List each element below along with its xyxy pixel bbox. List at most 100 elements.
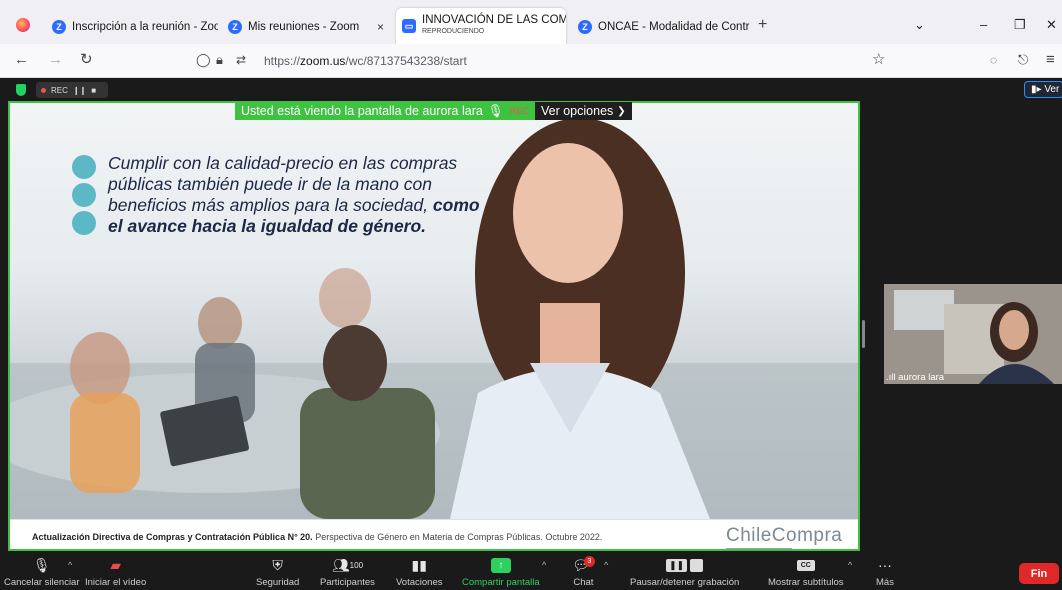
url-prefix: https:// bbox=[264, 54, 301, 68]
rec-label: REC bbox=[51, 85, 68, 95]
audio-options-caret-icon[interactable]: ^ bbox=[68, 560, 72, 570]
polls-button[interactable]: ▮▮ Votaciones bbox=[396, 556, 442, 589]
pause-icon[interactable]: ❙❙ bbox=[73, 86, 86, 95]
tab-label: ONCAE - Modalidad de Contrat bbox=[598, 21, 750, 33]
permissions-icon[interactable]: ⇄ bbox=[236, 52, 246, 68]
chat-button[interactable]: 💬︎ 3 Chat bbox=[572, 555, 595, 588]
address-bar[interactable]: https://zoom.us/wc/87137543238/start bbox=[264, 54, 467, 68]
zoom-icon: Z bbox=[578, 20, 592, 34]
resize-handle[interactable] bbox=[862, 320, 865, 348]
stop-icon[interactable]: ■ bbox=[91, 86, 96, 95]
participants-icon: 👥︎ 100 bbox=[331, 556, 364, 573]
navigation-bar: ← → ↻ ◯ 🔒︎ ⇄ https://zoom.us/wc/87137543… bbox=[0, 44, 1062, 78]
tab-list-chevron-icon[interactable]: ⌄ bbox=[914, 18, 925, 32]
slide-footer: Actualización Directiva de Compras y Con… bbox=[10, 519, 858, 549]
pause-stop-recording-button[interactable]: ❚❚ Pausar/detener grabación bbox=[630, 556, 739, 588]
decor-bubble-icon bbox=[72, 155, 96, 179]
quote-plain-text: Cumplir con la calidad-precio en las com… bbox=[108, 153, 458, 215]
security-shield-icon[interactable] bbox=[16, 84, 26, 96]
shield-privacy-icon[interactable]: ◯ bbox=[196, 52, 211, 68]
captions-options-caret-icon[interactable]: ^ bbox=[848, 560, 852, 570]
captions-button[interactable]: CC Mostrar subtítulos bbox=[768, 556, 844, 588]
viewing-banner: Usted está viendo la pantalla de aurora … bbox=[235, 102, 535, 120]
firefox-icon[interactable] bbox=[16, 18, 30, 32]
chat-label: Chat bbox=[573, 577, 594, 588]
menu-icon[interactable]: ≡ bbox=[1046, 52, 1055, 68]
polls-bar-icon: ▮▮ bbox=[411, 556, 427, 573]
signal-icon: .ıll bbox=[886, 372, 896, 383]
recording-indicator[interactable]: REC ❙❙ ■ bbox=[36, 82, 108, 98]
new-tab-button[interactable]: + bbox=[758, 17, 767, 33]
tab-label: Mis reuniones - Zoom bbox=[248, 21, 360, 33]
pause-stop-label: Pausar/detener grabación bbox=[630, 577, 740, 588]
security-shield-icon: ⛨ bbox=[272, 556, 283, 573]
viewing-text: Usted está viendo la pantalla de aurora … bbox=[241, 104, 483, 118]
pocket-icon[interactable]: ◌ bbox=[990, 52, 997, 68]
reload-icon[interactable]: ↻ bbox=[80, 52, 93, 68]
participant-name: .ıll aurora lara bbox=[884, 372, 944, 383]
start-video-label: Iniciar el vídeo bbox=[85, 577, 147, 588]
decor-bubble-icon bbox=[72, 183, 96, 207]
slide-quote: Cumplir con la calidad-precio en las com… bbox=[108, 153, 488, 237]
view-options-label: Ver opciones bbox=[541, 104, 614, 118]
tab-playing-label: REPRODUCIENDO bbox=[422, 28, 485, 35]
presentation-slide: Cumplir con la calidad-precio en las com… bbox=[10, 103, 858, 549]
unmute-label: Cancelar silenciar bbox=[4, 577, 80, 588]
tab-oncae[interactable]: Z ONCAE - Modalidad de Contrat × bbox=[572, 10, 750, 44]
url-path: /wc/87137543238/start bbox=[345, 54, 467, 68]
lock-icon[interactable]: 🔒︎ bbox=[216, 52, 223, 68]
url-domain: zoom.us bbox=[300, 54, 346, 68]
video-off-icon: ▰ bbox=[110, 556, 122, 573]
bookmark-star-icon[interactable]: ☆ bbox=[872, 52, 885, 68]
rec-dot-icon bbox=[41, 87, 46, 93]
participants-button[interactable]: 👥︎ 100 Participantes bbox=[320, 556, 375, 589]
share-screen-icon: ↑ bbox=[490, 556, 511, 574]
back-icon[interactable]: ← bbox=[14, 52, 29, 68]
close-tab-icon[interactable]: × bbox=[377, 20, 384, 34]
view-button[interactable]: ▮▸ Ver bbox=[1024, 81, 1062, 98]
chat-badge: 3 bbox=[583, 555, 595, 567]
tab-my-meetings[interactable]: Z Mis reuniones - Zoom × bbox=[222, 10, 390, 44]
extensions-icon[interactable]: ⎋ bbox=[1018, 52, 1028, 68]
view-options-button[interactable]: Ver opciones ❯ bbox=[535, 102, 632, 120]
participant-name-label: aurora lara bbox=[898, 372, 945, 383]
close-window-icon[interactable]: ✕ bbox=[1046, 18, 1057, 32]
participants-count: 100 bbox=[349, 560, 364, 570]
chat-options-caret-icon[interactable]: ^ bbox=[604, 560, 608, 570]
start-video-button[interactable]: ▰ Iniciar el vídeo bbox=[85, 556, 147, 589]
security-label: Seguridad bbox=[256, 577, 300, 588]
zoom-top-bar bbox=[0, 78, 1062, 102]
footer-plain: Perspectiva de Género en Materia de Comp… bbox=[315, 532, 603, 542]
zoom-icon: Z bbox=[228, 20, 242, 34]
more-dots-icon: ··· bbox=[877, 557, 892, 573]
restore-icon[interactable]: ❐ bbox=[1014, 18, 1026, 32]
end-meeting-button[interactable]: Fin bbox=[1019, 563, 1059, 584]
tab-zoom-registration[interactable]: Z Inscripción a la reunión - Zoom × bbox=[46, 10, 218, 44]
share-screen-button[interactable]: ↑ Compartir pantalla bbox=[462, 556, 540, 588]
minimize-icon[interactable]: – bbox=[980, 18, 987, 32]
view-label: Ver bbox=[1044, 84, 1060, 95]
participants-label: Participantes bbox=[320, 577, 375, 588]
pause-stop-icon: ❚❚ bbox=[666, 556, 704, 574]
tab-innovacion-active[interactable]: ▭ INNOVACIÓN DE LAS COMPRA REPRODUCIENDO… bbox=[396, 8, 566, 44]
forward-icon[interactable]: → bbox=[48, 52, 63, 68]
chat-bubble-icon: 💬︎ 3 bbox=[572, 555, 595, 574]
chevron-down-icon: ❯ bbox=[617, 105, 626, 117]
tab-label: Inscripción a la reunión - Zoom bbox=[72, 21, 218, 33]
share-options-caret-icon[interactable]: ^ bbox=[542, 560, 546, 570]
chilecompra-logo: ChileCompra bbox=[726, 525, 843, 546]
zoom-icon: Z bbox=[52, 20, 66, 34]
browser-tab-bar: Z Inscripción a la reunión - Zoom × Z Mi… bbox=[0, 0, 1062, 44]
more-button[interactable]: ··· Más bbox=[876, 556, 894, 588]
decor-bubble-icon bbox=[72, 211, 96, 235]
tab-label: INNOVACIÓN DE LAS COMPRA bbox=[422, 14, 566, 26]
footer-citation: Actualización Directiva de Compras y Con… bbox=[32, 532, 602, 542]
security-button[interactable]: ⛨ Seguridad bbox=[256, 556, 300, 589]
banner-rec-label: REC bbox=[509, 106, 529, 116]
zoom-video-icon: ▭ bbox=[402, 19, 416, 33]
shared-screen: Cumplir con la calidad-precio en las com… bbox=[8, 101, 860, 551]
footer-bold: Actualización Directiva de Compras y Con… bbox=[32, 532, 313, 542]
participant-video[interactable] bbox=[884, 284, 1062, 384]
share-screen-label: Compartir pantalla bbox=[462, 577, 540, 588]
view-icon: ▮▸ bbox=[1031, 84, 1042, 95]
